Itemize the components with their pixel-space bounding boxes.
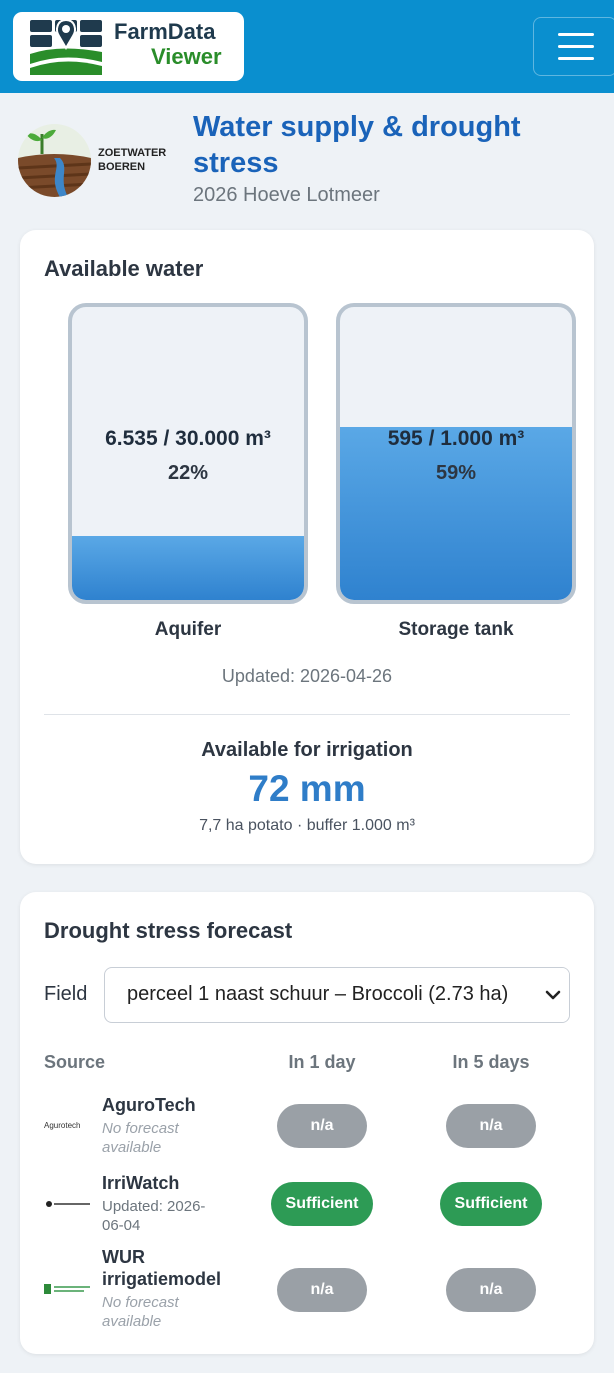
status-badge: Sufficient xyxy=(271,1182,373,1226)
irrigation-label: Available for irrigation xyxy=(201,739,413,761)
source-name: IrriWatch xyxy=(102,1173,180,1193)
aquifer-volume: 6.535 / 30.000 m³ xyxy=(105,427,271,450)
column-header-day1: In 1 day xyxy=(288,1052,356,1072)
source-status-line1: No forecast xyxy=(102,1294,179,1311)
drought-forecast-card: Drought stress forecast Field perceel 1 … xyxy=(20,892,594,1354)
updated-timestamp: Updated: 2026-04-26 xyxy=(221,666,393,686)
column-header-source: Source xyxy=(44,1052,106,1072)
aquifer-tank: 6.535 / 30.000 m³ 22% xyxy=(68,303,308,604)
brand-name-line1: FarmData xyxy=(114,19,216,44)
status-badge: n/a xyxy=(277,1104,367,1148)
card-title: Drought stress forecast xyxy=(44,918,293,943)
irrigation-value: 72 mm xyxy=(248,768,366,809)
status-badge: n/a xyxy=(277,1268,367,1312)
source-name-line2: irrigatiemodel xyxy=(102,1269,222,1289)
farm-field-icon xyxy=(18,124,91,197)
source-status: No forecast available xyxy=(102,1293,179,1331)
source-status-line1: No forecast xyxy=(102,1120,179,1137)
irrigation-note: 7,7 ha potato · buffer 1.000 m³ xyxy=(199,817,415,834)
source-name: AguroTech xyxy=(102,1095,196,1115)
status-badge: n/a xyxy=(446,1104,536,1148)
aquifer-fill xyxy=(72,535,304,600)
organization-name-line2: BOEREN xyxy=(98,161,146,173)
page-title: Water supply & drought stress xyxy=(193,111,521,179)
hamburger-icon-bar xyxy=(558,45,594,48)
source-status: Updated: 2026- 06-04 xyxy=(102,1197,205,1235)
page-subtitle: 2026 Hoeve Lotmeer xyxy=(193,184,380,206)
wur-logo xyxy=(44,1284,90,1294)
available-water-card: Available water 6.535 / 30.000 m³ 22% Aq… xyxy=(20,230,594,864)
brand-name-line2: Viewer xyxy=(151,44,222,69)
field-label: Field xyxy=(44,983,88,1005)
source-status-line2: available xyxy=(102,1139,162,1156)
farm-map-icon xyxy=(30,18,102,75)
organization-logo xyxy=(18,124,91,197)
storage-tank: 595 / 1.000 m³ 59% xyxy=(336,303,576,604)
source-status-line2: 06-04 xyxy=(102,1217,141,1234)
aquifer-percent: 22% xyxy=(167,462,209,484)
menu-toggle-button[interactable] xyxy=(533,17,614,76)
brand-logo[interactable]: FarmData Viewer xyxy=(13,12,244,81)
aquifer-label: Aquifer xyxy=(154,619,222,640)
chevron-down-icon xyxy=(545,990,561,1000)
source-status: No forecast available xyxy=(102,1119,179,1157)
column-header-day5: In 5 days xyxy=(452,1052,530,1072)
storage-volume: 595 / 1.000 m³ xyxy=(387,427,525,450)
source-name: WUR irrigatiemodel xyxy=(102,1246,221,1290)
navbar: FarmData Viewer xyxy=(0,0,614,93)
storage-fill xyxy=(340,427,572,600)
agurotech-logo-text: Agurotech xyxy=(44,1121,80,1130)
status-badge: n/a xyxy=(446,1268,536,1312)
divider xyxy=(44,714,570,715)
storage-label: Storage tank xyxy=(398,619,514,640)
storage-percent: 59% xyxy=(435,462,477,484)
field-select[interactable]: perceel 1 naast schuur – Broccoli (2.73 … xyxy=(104,967,570,1023)
source-status-line1: Updated: 2026- xyxy=(102,1198,206,1215)
irriwatch-logo xyxy=(46,1201,90,1207)
source-status-line2: available xyxy=(102,1313,162,1330)
status-badge: Sufficient xyxy=(440,1182,542,1226)
agurotech-logo: Agurotech xyxy=(44,1121,80,1130)
source-name-line1: WUR xyxy=(102,1247,145,1267)
hamburger-icon xyxy=(558,33,594,36)
hamburger-icon-bar xyxy=(558,57,594,60)
field-select-value: perceel 1 naast schuur – Broccoli (2.73 … xyxy=(127,983,509,1005)
organization-name: ZOETWATER BOEREN xyxy=(98,146,166,174)
organization-name-line1: ZOETWATER xyxy=(98,147,167,159)
card-title: Available water xyxy=(44,256,204,281)
